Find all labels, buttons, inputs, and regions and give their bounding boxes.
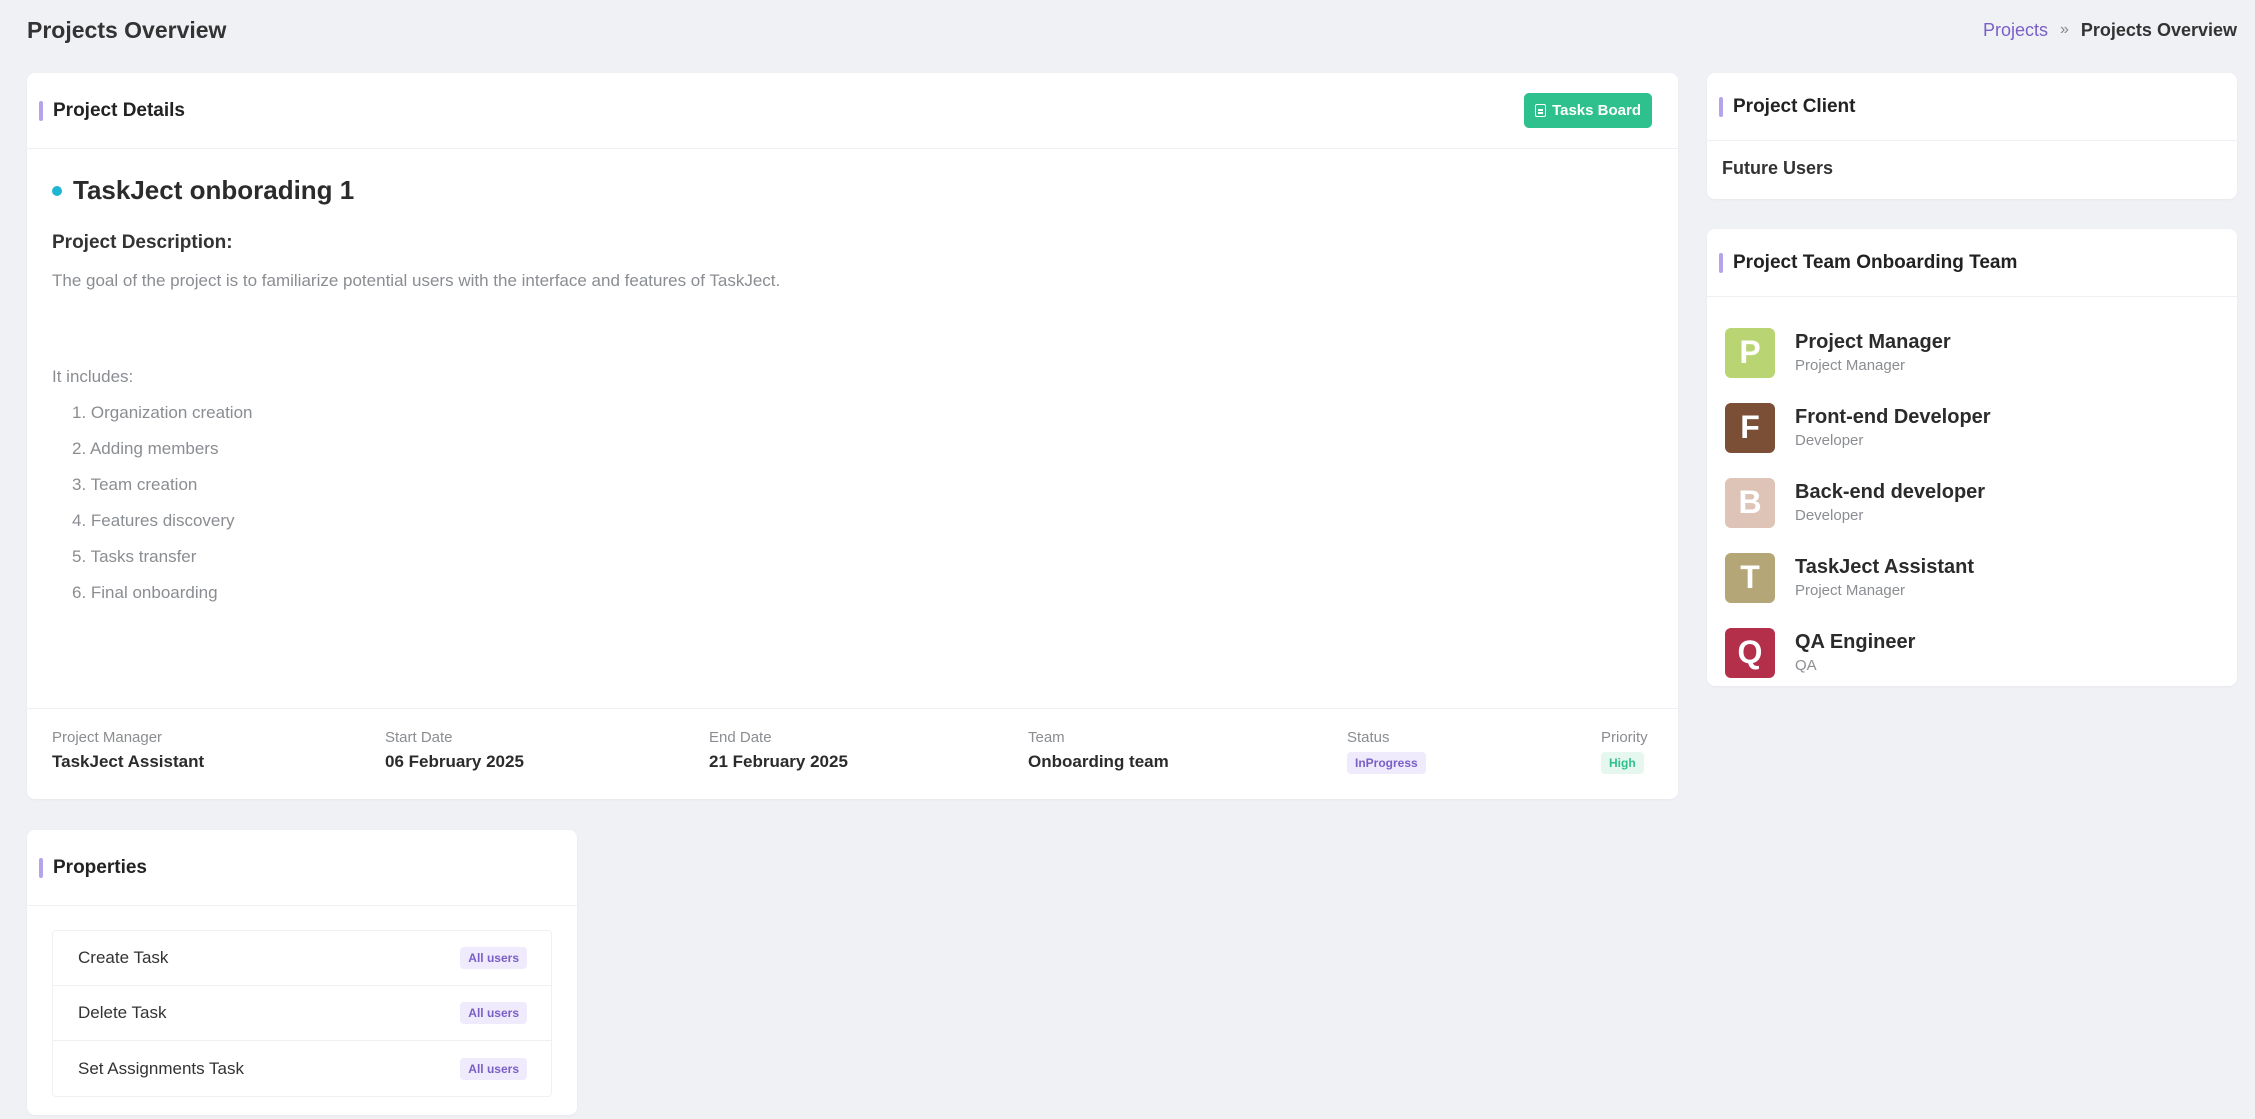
member-name: QA Engineer (1795, 631, 1916, 653)
project-name-text: TaskJect onborading 1 (73, 175, 355, 205)
tasks-board-label: Tasks Board (1552, 102, 1641, 119)
status-badge: InProgress (1347, 752, 1426, 774)
member-name: Project Manager (1795, 331, 1951, 353)
table-row: Create Task All users (53, 931, 551, 986)
scope-badge: All users (460, 1057, 527, 1080)
project-team-header: Project Team Onboarding Team (1707, 229, 2237, 297)
team-member: T TaskJect Assistant Project Manager (1725, 540, 2219, 615)
meta-label: Status (1347, 729, 1390, 746)
meta-label: Priority (1601, 729, 1648, 746)
member-name: Back-end developer (1795, 481, 1986, 503)
property-name: Create Task (78, 948, 169, 967)
project-team-title: Project Team Onboarding Team (1733, 251, 2018, 273)
list-item: 6. Final onboarding (72, 583, 218, 602)
table-row: Set Assignments Task All users (53, 1041, 551, 1096)
member-role: QA (1795, 657, 1817, 674)
avatar: Q (1725, 627, 1775, 678)
project-details-card: Project Details Tasks Board TaskJect onb… (27, 73, 1678, 799)
meta-label: Team (1028, 729, 1065, 746)
client-name: Future Users (1722, 158, 1834, 178)
project-client-card: Project Client Future Users (1707, 73, 2237, 199)
properties-table: Create Task All users Delete Task All us… (52, 930, 552, 1097)
member-role: Project Manager (1795, 357, 1906, 374)
project-name: TaskJect onborading 1 (52, 175, 1653, 206)
meta-status: Status InProgress (1347, 729, 1426, 774)
team-member: B Back-end developer Developer (1725, 465, 2219, 540)
project-details-title: Project Details (53, 99, 185, 121)
meta-value: Onboarding team (1028, 752, 1169, 771)
table-row: Delete Task All users (53, 986, 551, 1041)
list-item: 4. Features discovery (72, 511, 235, 530)
properties-header: Properties (27, 830, 577, 906)
meta-label: Project Manager (52, 729, 163, 746)
project-details-header: Project Details Tasks Board (27, 73, 1678, 149)
clipboard-icon (1535, 104, 1547, 117)
project-details-body: TaskJect onborading 1 Project Descriptio… (27, 149, 1678, 618)
property-name: Delete Task (78, 1003, 167, 1022)
properties-card: Properties Create Task All users Delete … (27, 830, 577, 1115)
description-label: Project Description: (52, 232, 233, 253)
description-text: The goal of the project is to familiariz… (52, 271, 781, 290)
avatar: B (1725, 477, 1775, 528)
team-member-list: P Project Manager Project Manager F Fron… (1707, 297, 2237, 690)
member-name: Front-end Developer (1795, 406, 1991, 428)
avatar: F (1725, 402, 1775, 453)
includes-label: It includes: (52, 367, 134, 386)
scope-badge: All users (460, 1002, 527, 1024)
member-role: Project Manager (1795, 582, 1906, 599)
project-meta-footer: Project Manager TaskJect Assistant Start… (27, 708, 1678, 799)
scope-badge: All users (460, 947, 527, 969)
list-item: 5. Tasks transfer (72, 547, 197, 566)
meta-team: Team Onboarding team (1028, 729, 1169, 772)
meta-priority: Priority High (1601, 729, 1648, 774)
list-item: 1. Organization creation (72, 403, 253, 422)
project-client-header: Project Client (1707, 73, 2237, 141)
includes-list: 1. Organization creation 2. Adding membe… (52, 402, 1653, 618)
avatar: P (1725, 327, 1775, 378)
meta-value: TaskJect Assistant (52, 752, 205, 771)
member-role: Developer (1795, 432, 1864, 449)
breadcrumb: Projects » Projects Overview (1983, 20, 2237, 41)
bullet-dot-icon (52, 185, 62, 196)
page-title: Projects Overview (27, 16, 227, 43)
member-role: Developer (1795, 507, 1864, 524)
team-member: P Project Manager Project Manager (1725, 315, 2219, 390)
properties-title: Properties (53, 856, 147, 878)
meta-project-manager: Project Manager TaskJect Assistant (52, 729, 204, 772)
breadcrumb-current: Projects Overview (2080, 19, 2237, 40)
team-member: Q QA Engineer QA (1725, 615, 2219, 690)
page-header: Projects Overview Projects » Projects Ov… (27, 0, 2237, 60)
meta-start-date: Start Date 06 February 2025 (385, 729, 524, 772)
meta-label: Start Date (385, 729, 453, 746)
project-team-card: Project Team Onboarding Team P Project M… (1707, 229, 2237, 686)
chevron-double-right-icon: » (2060, 21, 2069, 38)
list-item: 3. Team creation (72, 475, 198, 494)
member-name: TaskJect Assistant (1795, 556, 1974, 578)
tasks-board-button[interactable]: Tasks Board (1524, 93, 1652, 128)
list-item: 2. Adding members (72, 439, 219, 458)
meta-label: End Date (709, 729, 772, 746)
priority-badge: High (1601, 752, 1644, 774)
project-client-title: Project Client (1733, 95, 1856, 117)
meta-value: 21 February 2025 (709, 752, 848, 771)
team-member: F Front-end Developer Developer (1725, 390, 2219, 465)
property-name: Set Assignments Task (78, 1058, 244, 1078)
meta-value: 06 February 2025 (385, 752, 524, 771)
meta-end-date: End Date 21 February 2025 (709, 729, 848, 772)
breadcrumb-link-projects[interactable]: Projects (1983, 20, 2048, 41)
avatar: T (1725, 552, 1775, 603)
